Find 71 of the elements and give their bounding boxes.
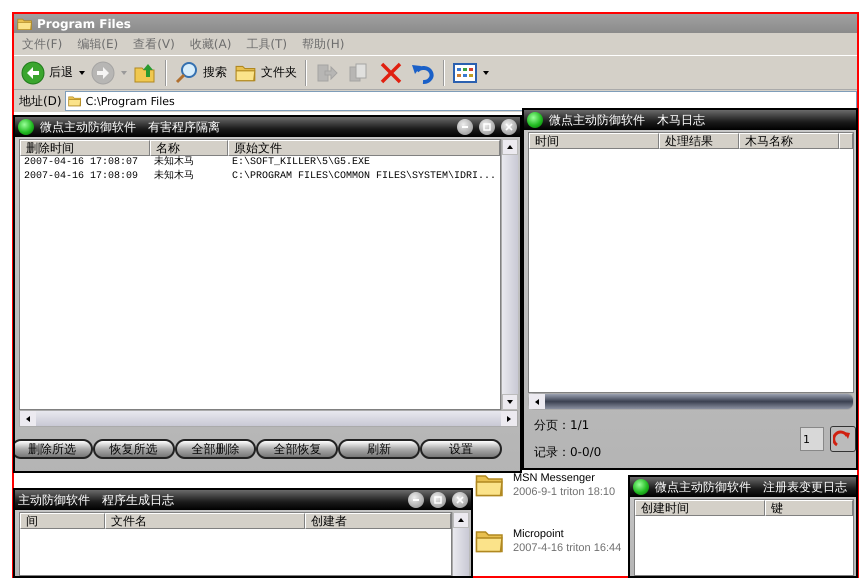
close-button[interactable]: [501, 119, 517, 135]
scroll-up-icon[interactable]: [457, 516, 465, 524]
window-title: 微点主动防御软件 木马日志: [549, 112, 706, 128]
back-button[interactable]: 后退: [18, 58, 76, 86]
page-info: 分页：1/1: [534, 417, 590, 434]
status-light-icon: [18, 119, 34, 135]
dropdown-arrow-icon[interactable]: [78, 68, 86, 76]
dropdown-arrow-icon[interactable]: [482, 68, 490, 76]
maximize-button[interactable]: [430, 492, 446, 508]
status-light-icon: [527, 112, 543, 128]
column-header[interactable]: 删除时间: [20, 140, 150, 156]
table-cell-text: 2007-04-16 17:08:09: [23, 170, 140, 184]
column-header[interactable]: 创建时间: [635, 500, 765, 516]
table-cell-text: 2007-04-16 17:08:07: [23, 156, 140, 170]
folder-details: 2007-4-16 triton 16:44: [513, 542, 622, 554]
scroll-up-icon[interactable]: [506, 143, 514, 151]
maximize-button[interactable]: [479, 119, 495, 135]
column-header[interactable]: 木马名称: [739, 133, 839, 149]
action-button[interactable]: 全部删除: [174, 439, 256, 459]
restore-icon: [482, 122, 492, 132]
close-icon: [504, 122, 514, 132]
restore-icon: [433, 495, 443, 505]
folders-button[interactable]: 文件夹: [232, 60, 300, 86]
minimize-button[interactable]: [457, 119, 473, 135]
column-header[interactable]: 键: [765, 500, 853, 516]
column-header[interactable]: 间: [20, 513, 105, 529]
action-button[interactable]: 删除所选: [15, 439, 93, 459]
folder-details: 2006-9-1 triton 18:10: [513, 486, 616, 498]
column-header[interactable]: 时间: [529, 133, 659, 149]
action-button[interactable]: 刷新: [338, 439, 420, 459]
folder-name[interactable]: Micropoint: [513, 528, 622, 540]
table-cell-text: 未知木马: [153, 170, 195, 184]
minimize-button[interactable]: [408, 492, 424, 508]
record-info: 记录：0-0/0: [534, 444, 602, 461]
window-title: 微点主动防御软件 注册表变更日志: [655, 478, 848, 496]
vertical-scrollbar[interactable]: [501, 139, 518, 410]
table-cell-text: 未知木马: [153, 156, 195, 170]
close-icon: [455, 495, 465, 505]
scroll-down-icon[interactable]: [506, 398, 514, 406]
close-button[interactable]: [452, 492, 468, 508]
scroll-right-icon[interactable]: [505, 414, 513, 422]
search-button[interactable]: 搜索: [172, 58, 230, 86]
column-header[interactable]: 创建者: [305, 513, 451, 529]
views-grid-icon: [453, 62, 477, 84]
address-field[interactable]: C:\Program Files: [64, 91, 857, 111]
page-input[interactable]: 1: [800, 427, 824, 451]
window-title: Program Files: [37, 16, 131, 30]
table-cell-text: C:\PROGRAM FILES\COMMON FILES\SYSTEM\IDRI...: [231, 170, 498, 184]
address-label: 地址(D): [19, 92, 62, 110]
table-cell-text: E:\SOFT_KILLER\5\G5.EXE: [231, 156, 372, 170]
horizontal-scrollbar[interactable]: [19, 410, 518, 427]
horizontal-scrollbar[interactable]: [528, 393, 854, 410]
vertical-scrollbar[interactable]: [452, 512, 469, 576]
scroll-left-icon[interactable]: [533, 398, 541, 406]
scroll-left-icon[interactable]: [24, 414, 32, 422]
window-title: 微点主动防御软件 有害程序隔离: [40, 118, 221, 136]
go-button[interactable]: [830, 426, 856, 452]
window-title: 主动防御软件 程序生成日志: [18, 492, 175, 508]
search-icon: [175, 60, 199, 84]
delete-x-icon: [379, 60, 403, 84]
folder-icon: [68, 94, 82, 108]
folder-name[interactable]: MSN Messenger: [513, 472, 616, 484]
status-light-icon: [633, 479, 649, 495]
column-header[interactable]: 处理结果: [659, 133, 739, 149]
column-header[interactable]: [839, 133, 853, 149]
column-header[interactable]: 原始文件: [228, 140, 500, 156]
action-button[interactable]: 设置: [420, 439, 502, 459]
action-button[interactable]: 恢复所选: [92, 439, 175, 459]
action-button[interactable]: 全部恢复: [256, 439, 338, 459]
column-header[interactable]: 文件名: [105, 513, 305, 529]
column-header[interactable]: 名称: [150, 140, 228, 156]
